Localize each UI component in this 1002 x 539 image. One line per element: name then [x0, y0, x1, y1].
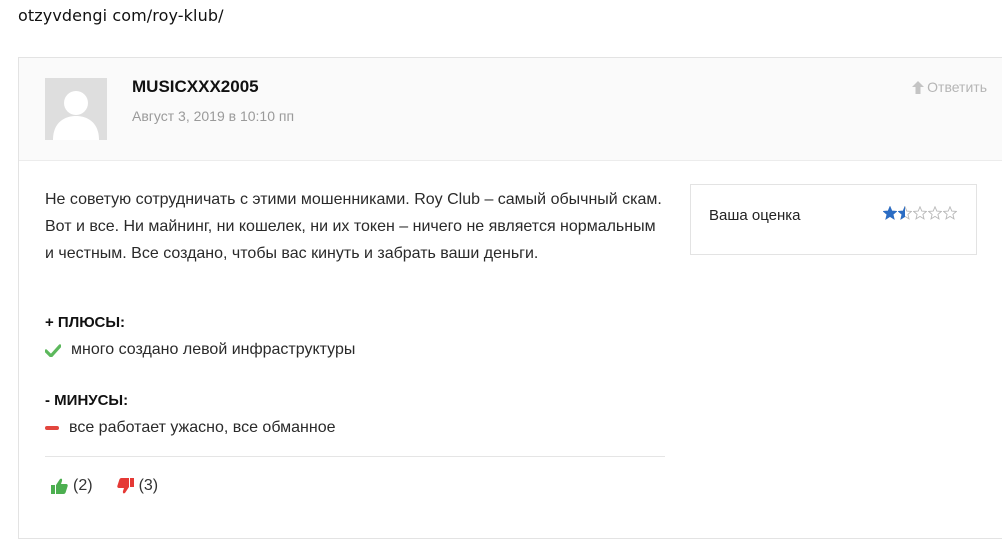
vote-bar: (2) (3) — [51, 477, 158, 495]
comment-header: MUSICXXX2005 Август 3, 2019 в 10:10 пп О… — [19, 58, 1002, 161]
cons-title: - МИНУСЫ: — [45, 392, 129, 409]
star-icon[interactable] — [883, 206, 897, 220]
star-icon[interactable] — [928, 206, 942, 220]
thumbs-up-icon — [51, 478, 68, 494]
comment-text: Не советую сотрудничать с этими мошенник… — [45, 191, 662, 262]
dislike-button[interactable]: (3) — [116, 477, 159, 495]
minus-icon — [45, 426, 59, 430]
divider — [45, 456, 665, 457]
pros-title: + ПЛЮСЫ: — [45, 314, 126, 331]
star-rating[interactable] — [883, 206, 957, 220]
avatar — [45, 78, 107, 140]
reply-button[interactable]: Ответить — [912, 79, 987, 95]
thumbs-down-icon — [116, 478, 134, 494]
author-name[interactable]: MUSICXXX2005 — [132, 77, 259, 97]
page-url: otzyvdengi com/roy-klub/ — [18, 6, 224, 25]
like-count: (2) — [73, 477, 93, 494]
user-avatar-icon — [45, 78, 107, 140]
check-icon — [45, 343, 61, 357]
cons-list-item: все работает ужасно, все обманное — [45, 419, 336, 437]
star-icon[interactable] — [898, 206, 912, 220]
star-icon[interactable] — [943, 206, 957, 220]
arrow-up-icon — [912, 80, 925, 94]
rating-label: Ваша оценка — [709, 207, 801, 224]
reply-label: Ответить — [927, 79, 987, 95]
like-button[interactable]: (2) — [51, 477, 93, 495]
dislike-count: (3) — [138, 477, 159, 494]
rating-box: Ваша оценка — [690, 184, 977, 255]
comment-date: Август 3, 2019 в 10:10 пп — [132, 108, 295, 124]
con-text: все работает ужасно, все обманное — [69, 419, 336, 436]
star-icon[interactable] — [913, 206, 927, 220]
pros-list-item: много создано левой инфраструктуры — [45, 341, 355, 359]
pro-text: много создано левой инфраструктуры — [71, 341, 356, 358]
comment-card: MUSICXXX2005 Август 3, 2019 в 10:10 пп О… — [18, 57, 1002, 539]
